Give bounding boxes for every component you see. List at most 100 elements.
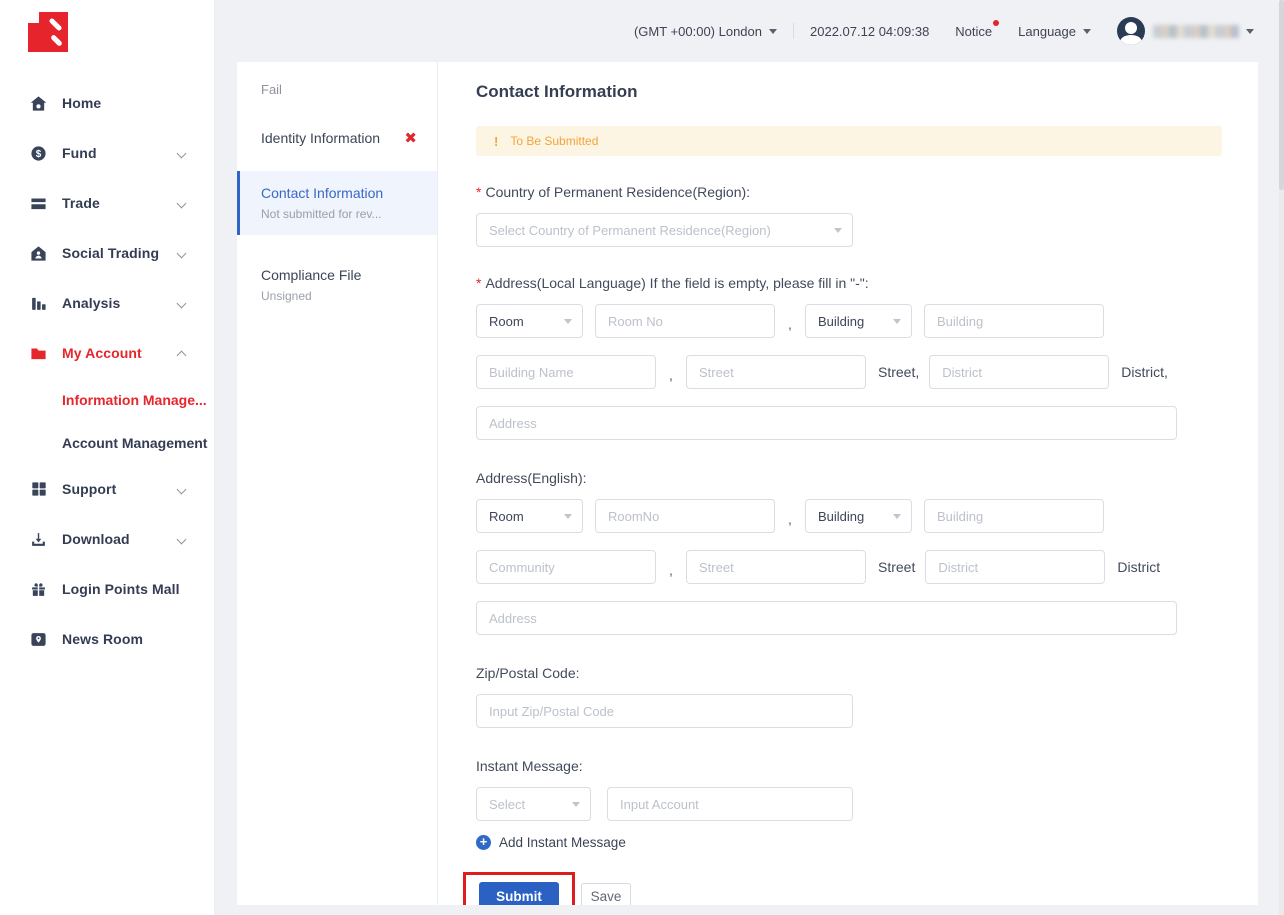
- step-status-text: Not submitted for rev...: [261, 207, 423, 221]
- sidebar-item-news-room[interactable]: News Room: [0, 614, 214, 664]
- caret-down-icon: [572, 802, 580, 807]
- english-district-input[interactable]: [925, 550, 1105, 584]
- step-status-text: Unsigned: [261, 289, 423, 303]
- street-suffix-label: Street,: [878, 364, 919, 380]
- sidebar-item-login-points-mall[interactable]: Login Points Mall: [0, 564, 214, 614]
- bar-chart-icon: [30, 295, 47, 312]
- sidebar-item-fund[interactable]: $ Fund: [0, 128, 214, 178]
- local-address-input[interactable]: [476, 406, 1177, 440]
- local-building-name-input[interactable]: [476, 355, 656, 389]
- local-room-no-input[interactable]: [595, 304, 775, 338]
- comma-separator: ,: [656, 367, 686, 389]
- content-card: Fail Identity Information ✖ Contact Info…: [237, 62, 1258, 905]
- contact-information-form: Contact Information ! To Be Submitted *C…: [438, 62, 1258, 905]
- sidebar-item-account-management[interactable]: Account Management: [0, 421, 214, 464]
- comma-separator: ,: [656, 562, 686, 584]
- caret-down-icon: [564, 319, 572, 324]
- status-banner: ! To Be Submitted: [476, 126, 1222, 156]
- im-type-select[interactable]: Select: [476, 787, 591, 821]
- save-button[interactable]: Save: [581, 883, 631, 905]
- sidebar-item-information-management[interactable]: Information Manage...: [0, 378, 214, 421]
- notice-badge-dot: [993, 20, 999, 26]
- user-menu[interactable]: [1117, 17, 1254, 45]
- warning-icon: !: [494, 134, 498, 149]
- local-building-input[interactable]: [924, 304, 1104, 338]
- english-building-input[interactable]: [924, 499, 1104, 533]
- sidebar-item-home[interactable]: Home: [0, 78, 214, 128]
- chevron-down-icon: [178, 198, 188, 208]
- caret-down-icon: [893, 319, 901, 324]
- step-contact-information[interactable]: Contact Information Not submitted for re…: [237, 171, 437, 235]
- grid-icon: [30, 481, 47, 498]
- plus-circle-icon: +: [476, 835, 491, 850]
- sidebar-item-support[interactable]: Support: [0, 464, 214, 514]
- country-label: *Country of Permanent Residence(Region):: [476, 184, 1222, 200]
- caret-down-icon: [1083, 29, 1091, 34]
- verification-steps-nav: Fail Identity Information ✖ Contact Info…: [237, 62, 438, 905]
- comma-separator: ,: [775, 316, 805, 338]
- sidebar-item-my-account[interactable]: My Account: [0, 328, 214, 378]
- caret-down-icon: [564, 514, 572, 519]
- local-street-input[interactable]: [686, 355, 866, 389]
- im-account-input[interactable]: [607, 787, 853, 821]
- chevron-up-icon: [178, 348, 188, 358]
- notice-button[interactable]: Notice: [955, 24, 992, 39]
- datetime-display: 2022.07.12 04:09:38: [810, 24, 929, 39]
- english-community-input[interactable]: [476, 550, 656, 584]
- sidebar-item-analysis[interactable]: Analysis: [0, 278, 214, 328]
- caret-down-icon: [834, 228, 842, 233]
- download-icon: [30, 531, 47, 548]
- sidebar-item-trade[interactable]: Trade: [0, 178, 214, 228]
- svg-text:$: $: [36, 149, 42, 160]
- avatar: [1117, 17, 1145, 45]
- folder-icon: [30, 345, 47, 362]
- topbar: (GMT +00:00) London 2022.07.12 04:09:38 …: [215, 0, 1284, 62]
- chevron-down-icon: [178, 298, 188, 308]
- add-instant-message-button[interactable]: + Add Instant Message: [476, 835, 1222, 850]
- address-english-label: Address(English):: [476, 470, 1222, 486]
- main-area: (GMT +00:00) London 2022.07.12 04:09:38 …: [215, 0, 1284, 915]
- page-title: Contact Information: [476, 82, 1222, 102]
- district-suffix-label: District,: [1121, 364, 1168, 380]
- gift-icon: [30, 581, 47, 598]
- sidebar-item-download[interactable]: Download: [0, 514, 214, 564]
- chevron-down-icon: [178, 248, 188, 258]
- local-room-select[interactable]: Room: [476, 304, 583, 338]
- zip-input[interactable]: [476, 694, 853, 728]
- verification-status: Fail: [237, 76, 437, 97]
- sidebar: Home $ Fund Trade Social Tradi: [0, 0, 215, 915]
- caret-down-icon: [769, 29, 777, 34]
- timezone-selector[interactable]: (GMT +00:00) London: [634, 24, 777, 39]
- district-suffix-label: District: [1117, 559, 1160, 575]
- card-icon: [30, 195, 47, 212]
- sidebar-item-social-trading[interactable]: Social Trading: [0, 228, 214, 278]
- page-scrollbar[interactable]: [1279, 0, 1284, 915]
- comma-separator: ,: [775, 511, 805, 533]
- address-local-label: *Address(Local Language) If the field is…: [476, 275, 1222, 291]
- step-compliance-file[interactable]: Compliance File Unsigned: [237, 253, 437, 317]
- english-street-input[interactable]: [686, 550, 866, 584]
- step-identity-information[interactable]: Identity Information ✖: [237, 115, 437, 161]
- english-address-input[interactable]: [476, 601, 1177, 635]
- submit-annotation-box: Submit: [463, 872, 575, 905]
- zip-label: Zip/Postal Code:: [476, 665, 1222, 681]
- english-building-select[interactable]: Building: [805, 499, 912, 533]
- dollar-circle-icon: $: [30, 145, 47, 162]
- news-pin-icon: [30, 631, 47, 648]
- language-selector[interactable]: Language: [1018, 24, 1091, 39]
- app-window: Home $ Fund Trade Social Tradi: [0, 0, 1284, 915]
- instant-message-label: Instant Message:: [476, 758, 1222, 774]
- street-suffix-label: Street: [878, 559, 915, 575]
- submit-button[interactable]: Submit: [479, 882, 559, 905]
- topbar-divider: [793, 23, 794, 39]
- social-trading-icon: [30, 245, 47, 262]
- chevron-down-icon: [178, 484, 188, 494]
- username-redacted: [1153, 25, 1239, 38]
- brand-logo-icon[interactable]: [28, 12, 68, 52]
- local-building-select[interactable]: Building: [805, 304, 912, 338]
- english-room-no-input[interactable]: [595, 499, 775, 533]
- country-select[interactable]: Select Country of Permanent Residence(Re…: [476, 213, 853, 247]
- english-room-select[interactable]: Room: [476, 499, 583, 533]
- home-icon: [30, 95, 47, 112]
- local-district-input[interactable]: [929, 355, 1109, 389]
